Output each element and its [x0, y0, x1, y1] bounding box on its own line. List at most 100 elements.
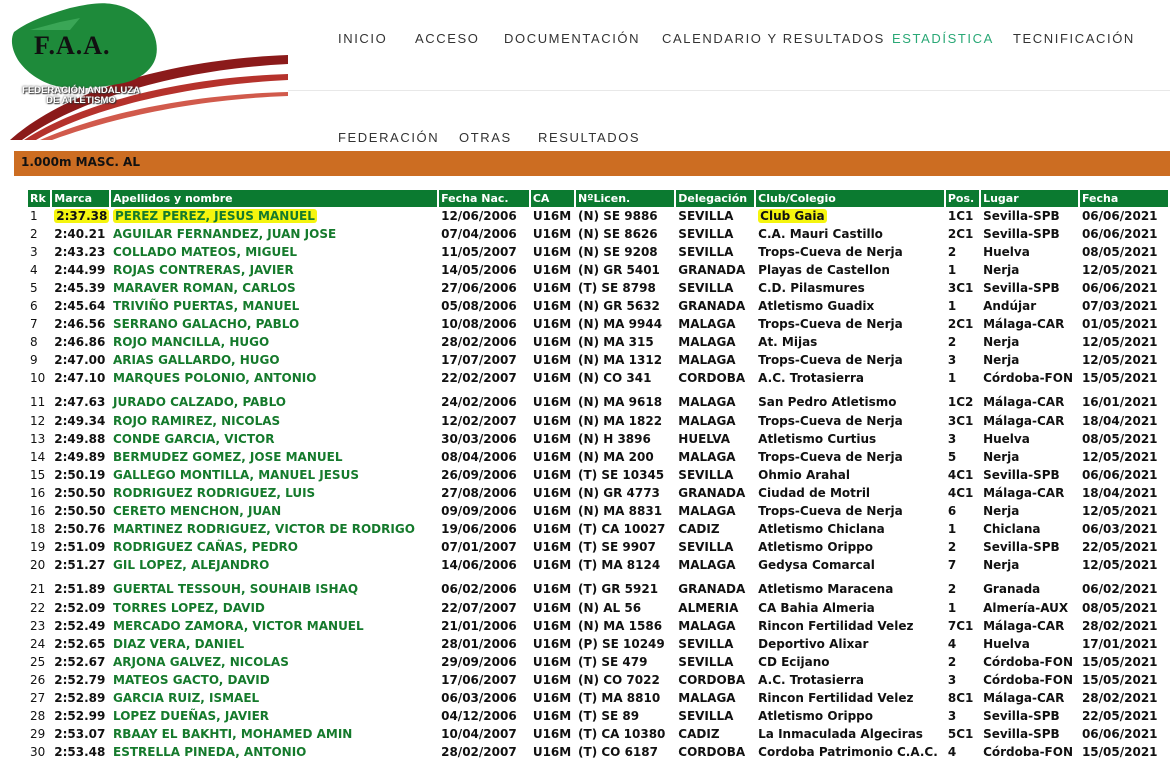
cell-club[interactable]: Trops-Cueva de Nerja [756, 503, 946, 521]
cell-nombre[interactable]: CONDE GARCIA, VICTOR [111, 430, 439, 448]
cell-club[interactable]: Ohmio Arahal [756, 466, 946, 484]
cell-club[interactable]: CA Bahia Almeria [756, 599, 946, 617]
cell-club[interactable]: Trops-Cueva de Nerja [756, 412, 946, 430]
cell-club[interactable]: San Pedro Atletismo [756, 388, 946, 412]
cell-nombre[interactable]: PEREZ PEREZ, JESUS MANUEL [111, 207, 439, 225]
table-row[interactable]: 10 2:47.10 MARQUES POLONIO, ANTONIO 22/02/2… [28, 370, 1170, 388]
cell-nombre[interactable]: COLLADO MATEOS, MIGUEL [111, 243, 439, 261]
table-row[interactable]: 28 2:52.99 LOPEZ DUEÑAS, JAVIER 04/12/2006 U… [28, 708, 1170, 726]
cell-nombre[interactable]: ESTRELLA PINEDA, ANTONIO [111, 744, 439, 762]
table-row[interactable]: 27 2:52.89 GARCIA RUIZ, ISMAEL 06/03/2006 U1… [28, 689, 1170, 707]
table-row[interactable]: 11 2:47.63 JURADO CALZADO, PABLO 24/02/2006… [28, 388, 1170, 412]
cell-club[interactable]: Atletismo Orippo [756, 708, 946, 726]
table-row[interactable]: 22 2:52.09 TORRES LOPEZ, DAVID 22/07/2007 U1… [28, 599, 1170, 617]
table-row[interactable]: 8 2:46.86 ROJO MANCILLA, HUGO 28/02/2006 U16… [28, 334, 1170, 352]
nav-inicio[interactable]: INICIO [338, 31, 387, 46]
table-row[interactable]: 24 2:52.65 DIAZ VERA, DANIEL 28/01/2006 U16M… [28, 635, 1170, 653]
cell-nombre[interactable]: ROJO MANCILLA, HUGO [111, 334, 439, 352]
cell-club[interactable]: Club Gaia [756, 207, 946, 225]
cell-club[interactable]: A.C. Trotasierra [756, 671, 946, 689]
nav-estadistica[interactable]: ESTADÍSTICA [892, 31, 994, 46]
cell-club[interactable]: At. Mijas [756, 334, 946, 352]
cell-club[interactable]: Rincon Fertilidad Velez [756, 617, 946, 635]
cell-nombre[interactable]: RBAAY EL BAKHTI, MOHAMED AMIN [111, 726, 439, 744]
cell-nombre[interactable]: LOPEZ DUEÑAS, JAVIER [111, 708, 439, 726]
subnav-otras[interactable]: OTRAS [459, 130, 512, 145]
cell-nombre[interactable]: MERCADO ZAMORA, VICTOR MANUEL [111, 617, 439, 635]
cell-club[interactable]: Trops-Cueva de Nerja [756, 243, 946, 261]
nav-acceso[interactable]: ACCESO [415, 31, 480, 46]
cell-nombre[interactable]: ARIAS GALLARDO, HUGO [111, 352, 439, 370]
cell-nombre[interactable]: MARAVER ROMAN, CARLOS [111, 279, 439, 297]
cell-nombre[interactable]: GUERTAL TESSOUH, SOUHAIB ISHAQ [111, 575, 439, 599]
table-row[interactable]: 18 2:50.76 MARTINEZ RODRIGUEZ, VICTOR DE R… [28, 521, 1170, 539]
cell-nombre[interactable]: MARTINEZ RODRIGUEZ, VICTOR DE RODRIGO [111, 521, 439, 539]
cell-club[interactable]: C.D. Pilasmures [756, 279, 946, 297]
table-row[interactable]: 21 2:51.89 GUERTAL TESSOUH, SOUHAIB ISHAQ 0… [28, 575, 1170, 599]
nav-calendario-resultados[interactable]: CALENDARIO Y RESULTADOS [662, 31, 885, 46]
cell-nombre[interactable]: TORRES LOPEZ, DAVID [111, 599, 439, 617]
cell-nombre[interactable]: ROJO RAMIREZ, NICOLAS [111, 412, 439, 430]
cell-nombre[interactable]: GALLEGO MONTILLA, MANUEL JESUS [111, 466, 439, 484]
nav-tecnificacion[interactable]: TECNIFICACIÓN [1013, 31, 1135, 46]
cell-nombre[interactable]: MATEOS GACTO, DAVID [111, 671, 439, 689]
cell-club[interactable]: Ciudad de Motril [756, 484, 946, 502]
table-row[interactable]: 9 2:47.00 ARIAS GALLARDO, HUGO 17/07/2007 U1… [28, 352, 1170, 370]
cell-club[interactable]: Atletismo Orippo [756, 539, 946, 557]
cell-club[interactable]: Trops-Cueva de Nerja [756, 316, 946, 334]
cell-club[interactable]: Atletismo Guadix [756, 297, 946, 315]
table-row[interactable]: 5 2:45.39 MARAVER ROMAN, CARLOS 27/06/2006 U… [28, 279, 1170, 297]
cell-club[interactable]: Atletismo Maracena [756, 575, 946, 599]
cell-club[interactable]: Trops-Cueva de Nerja [756, 352, 946, 370]
table-row[interactable]: 4 2:44.99 ROJAS CONTRERAS, JAVIER 14/05/200… [28, 261, 1170, 279]
cell-nombre[interactable]: JURADO CALZADO, PABLO [111, 388, 439, 412]
table-row[interactable]: 6 2:45.64 TRIVIÑO PUERTAS, MANUEL 05/08/200… [28, 297, 1170, 315]
cell-club[interactable]: La Inmaculada Algeciras [756, 726, 946, 744]
table-row[interactable]: 16 2:50.50 CERETO MENCHON, JUAN 09/09/2006 U… [28, 503, 1170, 521]
table-row[interactable]: 19 2:51.09 RODRIGUEZ CAÑAS, PEDRO 07/01/200… [28, 539, 1170, 557]
cell-nombre[interactable]: BERMUDEZ GOMEZ, JOSE MANUEL [111, 448, 439, 466]
cell-nombre[interactable]: GIL LOPEZ, ALEJANDRO [111, 557, 439, 575]
cell-club[interactable]: Atletismo Curtius [756, 430, 946, 448]
nav-documentacion[interactable]: DOCUMENTACIÓN [504, 31, 640, 46]
cell-nombre[interactable]: GARCIA RUIZ, ISMAEL [111, 689, 439, 707]
table-row[interactable]: 13 2:49.88 CONDE GARCIA, VICTOR 30/03/2006 U… [28, 430, 1170, 448]
cell-nombre[interactable]: ARJONA GALVEZ, NICOLAS [111, 653, 439, 671]
table-row[interactable]: 3 2:43.23 COLLADO MATEOS, MIGUEL 11/05/2007… [28, 243, 1170, 261]
cell-club[interactable]: Rincon Fertilidad Velez [756, 689, 946, 707]
table-row[interactable]: 12 2:49.34 ROJO RAMIREZ, NICOLAS 12/02/2007… [28, 412, 1170, 430]
table-row[interactable]: 1 2:37.38 PEREZ PEREZ, JESUS MANUEL 12/06/2… [28, 207, 1170, 225]
subnav-resultados[interactable]: RESULTADOS [538, 130, 640, 145]
cell-club[interactable]: Playas de Castellon [756, 261, 946, 279]
cell-nombre[interactable]: CERETO MENCHON, JUAN [111, 503, 439, 521]
cell-club[interactable]: Cordoba Patrimonio C.A.C. [756, 744, 946, 762]
subnav-federacion[interactable]: FEDERACIÓN [338, 130, 439, 145]
cell-club[interactable]: A.C. Trotasierra [756, 370, 946, 388]
cell-club[interactable]: Atletismo Chiclana [756, 521, 946, 539]
cell-club[interactable]: C.A. Mauri Castillo [756, 225, 946, 243]
cell-nombre[interactable]: SERRANO GALACHO, PABLO [111, 316, 439, 334]
cell-nombre[interactable]: DIAZ VERA, DANIEL [111, 635, 439, 653]
table-row[interactable]: 14 2:49.89 BERMUDEZ GOMEZ, JOSE MANUEL 08/0… [28, 448, 1170, 466]
faa-logo[interactable]: F.A.A. FEDERACIÓN ANDALUZA DE ATLETISMO [0, 0, 288, 150]
table-row[interactable]: 26 2:52.79 MATEOS GACTO, DAVID 17/06/2007 U1… [28, 671, 1170, 689]
cell-nombre[interactable]: RODRIGUEZ CAÑAS, PEDRO [111, 539, 439, 557]
cell-nombre[interactable]: AGUILAR FERNANDEZ, JUAN JOSE [111, 225, 439, 243]
cell-club[interactable]: CD Ecijano [756, 653, 946, 671]
cell-club[interactable]: Trops-Cueva de Nerja [756, 448, 946, 466]
table-row[interactable]: 15 2:50.19 GALLEGO MONTILLA, MANUEL JESUS 2… [28, 466, 1170, 484]
cell-nombre[interactable]: RODRIGUEZ RODRIGUEZ, LUIS [111, 484, 439, 502]
table-row[interactable]: 25 2:52.67 ARJONA GALVEZ, NICOLAS 29/09/200… [28, 653, 1170, 671]
cell-club[interactable]: Gedysa Comarcal [756, 557, 946, 575]
cell-nombre[interactable]: ROJAS CONTRERAS, JAVIER [111, 261, 439, 279]
cell-nombre[interactable]: MARQUES POLONIO, ANTONIO [111, 370, 439, 388]
table-row[interactable]: 23 2:52.49 MERCADO ZAMORA, VICTOR MANUEL 21… [28, 617, 1170, 635]
table-row[interactable]: 29 2:53.07 RBAAY EL BAKHTI, MOHAMED AMIN 10… [28, 726, 1170, 744]
table-row[interactable]: 2 2:40.21 AGUILAR FERNANDEZ, JUAN JOSE 07/0… [28, 225, 1170, 243]
table-row[interactable]: 16 2:50.50 RODRIGUEZ RODRIGUEZ, LUIS 27/08/… [28, 484, 1170, 502]
cell-nombre[interactable]: TRIVIÑO PUERTAS, MANUEL [111, 297, 439, 315]
table-row[interactable]: 7 2:46.56 SERRANO GALACHO, PABLO 10/08/2006… [28, 316, 1170, 334]
cell-club[interactable]: Deportivo Alixar [756, 635, 946, 653]
table-row[interactable]: 20 2:51.27 GIL LOPEZ, ALEJANDRO 14/06/2006 U… [28, 557, 1170, 575]
table-row[interactable]: 30 2:53.48 ESTRELLA PINEDA, ANTONIO 28/02/2… [28, 744, 1170, 762]
